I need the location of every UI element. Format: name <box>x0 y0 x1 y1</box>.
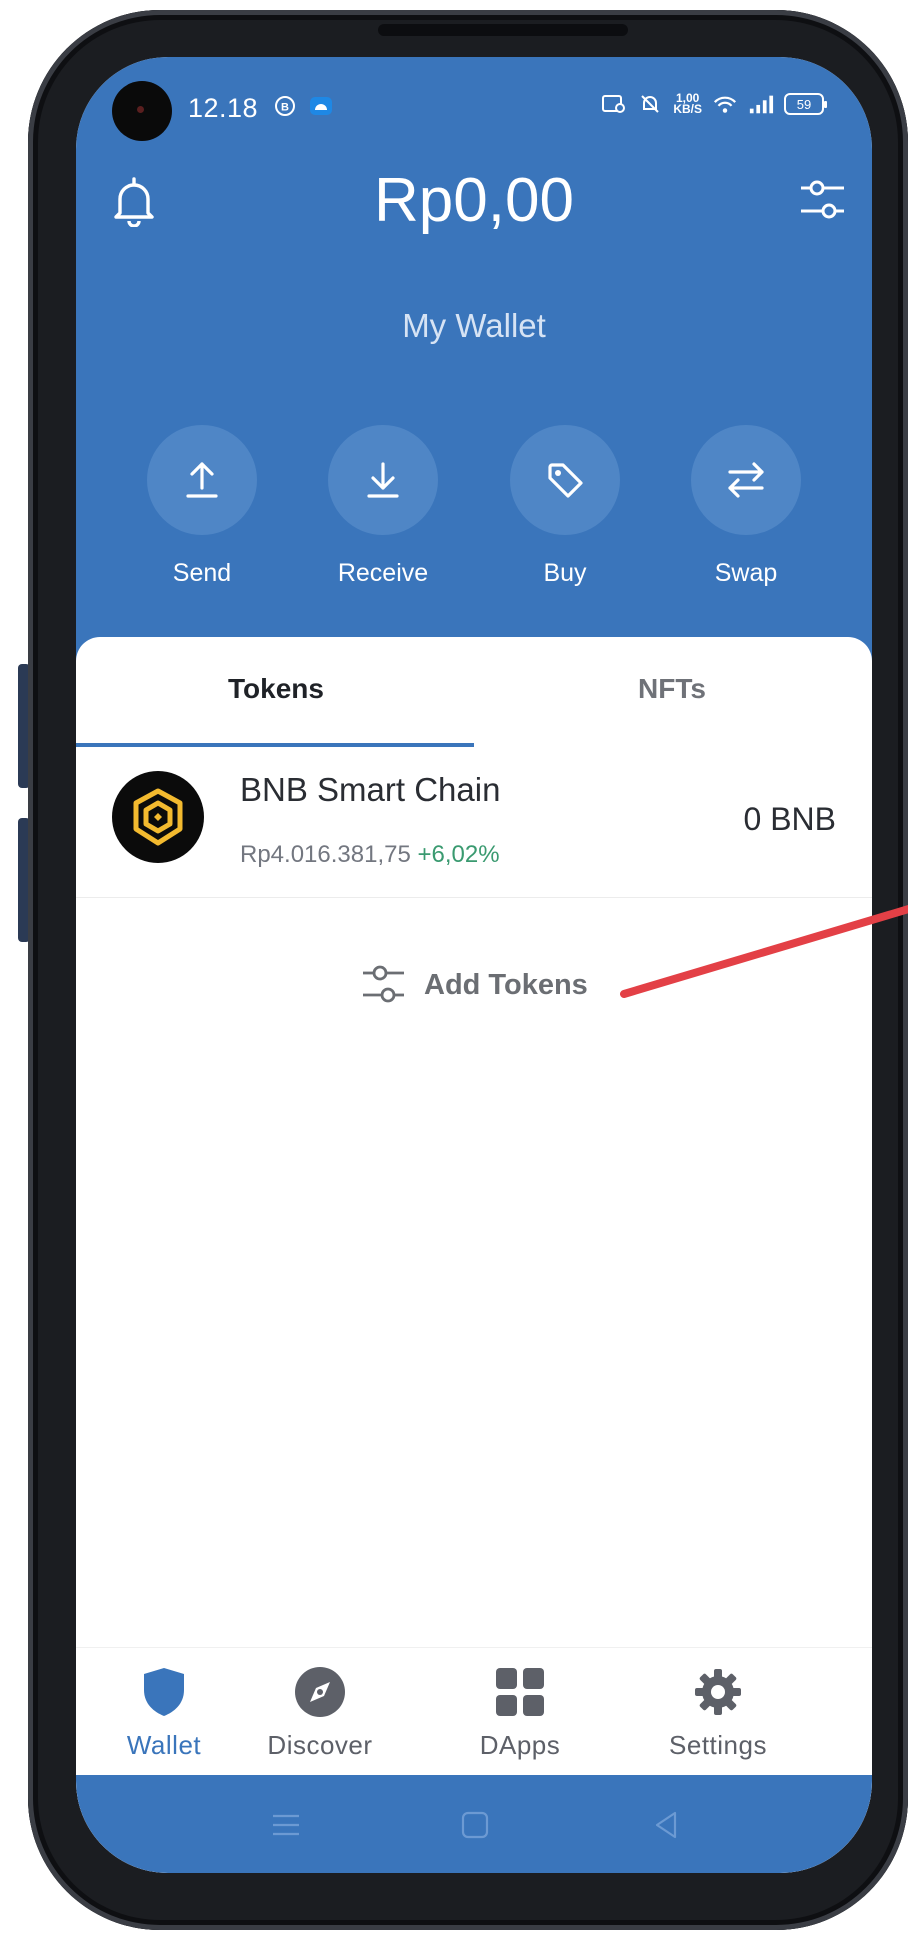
phone-screen: 12.18 B 1,00 KB/S 59 Rp0,00 My Wallet Se… <box>76 57 872 1873</box>
svg-text:B: B <box>281 102 289 114</box>
battery-icon: 59 <box>784 93 827 115</box>
active-tab-indicator <box>76 743 474 747</box>
arrow-up-icon <box>147 425 257 535</box>
token-change: +6,02% <box>417 841 500 868</box>
receive-label: Receive <box>337 559 429 587</box>
wallet-header: 12.18 B 1,00 KB/S 59 Rp0,00 My Wallet Se… <box>76 57 872 697</box>
compass-icon <box>290 1662 350 1722</box>
swap-arrows-icon <box>691 425 801 535</box>
status-left-icons: B <box>272 93 334 119</box>
tab-tokens[interactable]: Tokens <box>228 673 324 705</box>
swap-button[interactable]: Swap <box>686 425 806 588</box>
token-price-line: Rp4.016.381,75 +6,02% <box>240 841 500 869</box>
net-speed-unit: KB/S <box>673 102 702 116</box>
bottom-nav: Wallet Discover DApps Settings <box>76 1647 872 1776</box>
status-right-icons: 1,00 KB/S 59 <box>601 91 827 117</box>
nav-dapps[interactable]: DApps <box>430 1662 610 1761</box>
menu-lines-icon[interactable] <box>268 1807 304 1843</box>
shield-icon <box>134 1662 194 1722</box>
nav-settings[interactable]: Settings <box>628 1662 808 1761</box>
add-tokens-filter-icon <box>363 965 404 1003</box>
whatsapp-business-icon: B <box>272 93 298 119</box>
asset-tabs: Tokens NFTs <box>76 637 872 749</box>
add-tokens-button[interactable]: Add Tokens <box>360 961 588 1009</box>
status-time: 12.18 <box>188 93 259 123</box>
send-label: Send <box>172 559 232 587</box>
tag-icon <box>510 425 620 535</box>
back-triangle-icon[interactable] <box>648 1807 684 1843</box>
home-square-icon[interactable] <box>457 1807 493 1843</box>
receive-button[interactable]: Receive <box>323 425 443 588</box>
nav-discover-label: Discover <box>267 1730 373 1760</box>
system-nav-bar <box>76 1775 872 1873</box>
add-tokens-label: Add Tokens <box>424 968 588 1001</box>
token-row[interactable]: BNB Smart Chain Rp4.016.381,75 +6,02% 0 … <box>76 749 872 898</box>
wifi-icon <box>712 91 738 117</box>
gear-icon <box>688 1662 748 1722</box>
nav-wallet[interactable]: Wallet <box>76 1662 254 1761</box>
nav-settings-label: Settings <box>669 1730 767 1760</box>
nav-dapps-label: DApps <box>479 1730 561 1760</box>
nav-discover[interactable]: Discover <box>230 1662 410 1761</box>
filter-sliders-icon[interactable] <box>798 175 848 225</box>
screen-record-icon <box>601 91 627 117</box>
tab-nfts[interactable]: NFTs <box>638 673 706 705</box>
arrow-down-icon <box>328 425 438 535</box>
token-name: BNB Smart Chain <box>240 771 501 808</box>
grid-icon <box>490 1662 550 1722</box>
wallet-name[interactable]: My Wallet <box>76 307 872 345</box>
swap-label: Swap <box>714 559 778 587</box>
bnb-logo-icon <box>112 771 204 863</box>
nav-wallet-label: Wallet <box>126 1730 202 1760</box>
token-price: Rp4.016.381,75 <box>240 841 411 868</box>
android-icon <box>308 93 334 119</box>
total-balance: Rp0,00 <box>374 166 574 235</box>
signal-icon <box>748 91 774 117</box>
net-speed: 1,00 KB/S <box>673 92 702 116</box>
send-button[interactable]: Send <box>142 425 262 588</box>
quick-actions: Send Receive Buy Swap <box>76 425 872 595</box>
buy-button[interactable]: Buy <box>505 425 625 588</box>
mute-bell-icon <box>637 91 663 117</box>
front-camera <box>112 81 172 141</box>
token-balance: 0 BNB <box>743 801 836 837</box>
earpiece-speaker <box>378 24 628 36</box>
buy-label: Buy <box>543 559 587 587</box>
